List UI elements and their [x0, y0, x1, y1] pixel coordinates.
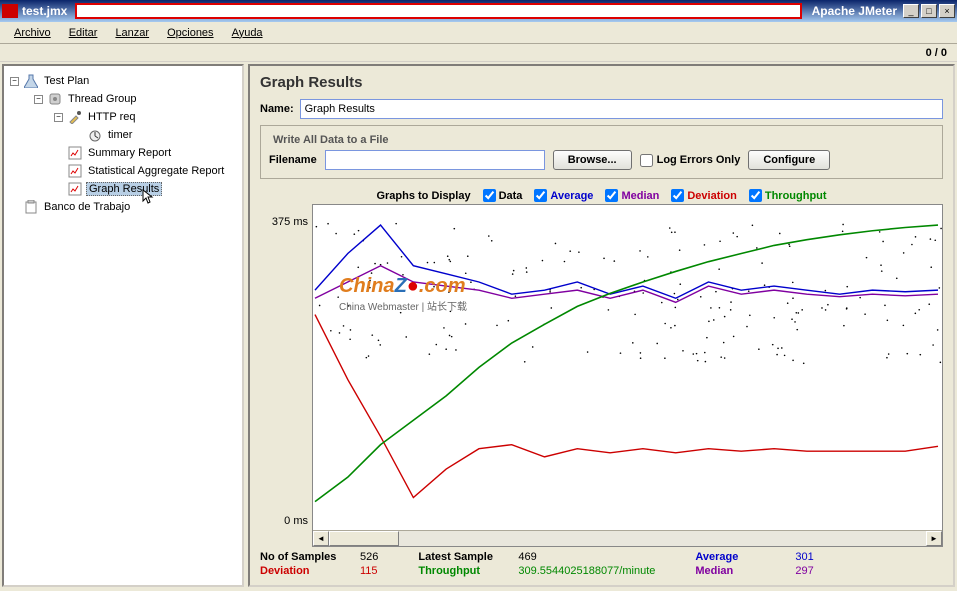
samples-value: 526	[360, 551, 378, 563]
maximize-button[interactable]: □	[921, 4, 937, 18]
tree-summary-report[interactable]: Summary Report	[6, 144, 240, 162]
menu-lanzar[interactable]: Lanzar	[107, 25, 157, 41]
cursor-icon	[142, 189, 156, 205]
menu-editar[interactable]: Editar	[61, 25, 106, 41]
tree-thread-group[interactable]: − Thread Group	[6, 90, 240, 108]
throughput-label: Throughput	[418, 565, 510, 577]
median-label: Median	[695, 565, 787, 577]
clock-icon	[87, 127, 103, 143]
flask-icon	[23, 73, 39, 89]
tree-aggregate-report[interactable]: Statistical Aggregate Report	[6, 162, 240, 180]
tree-label: timer	[106, 129, 134, 141]
browse-button[interactable]: Browse...	[553, 150, 632, 170]
app-icon	[2, 4, 18, 18]
scroll-thumb[interactable]	[329, 531, 399, 546]
chart-area: 375 ms 0 ms ChinaZ●.com China Webmaster …	[260, 204, 943, 547]
y-bottom: 0 ms	[284, 515, 308, 527]
tree-label: Thread Group	[66, 93, 138, 105]
samples-label: No of Samples	[260, 551, 352, 563]
status-counter-bar: 0 / 0	[0, 44, 957, 62]
dropper-icon	[67, 109, 83, 125]
log-errors-box[interactable]	[640, 154, 653, 167]
graphs-display-row: Graphs to Display Data Average Median De…	[260, 189, 943, 202]
scroll-right-button[interactable]: ►	[926, 531, 942, 546]
deviation-value: 115	[360, 565, 378, 577]
tree-workbench[interactable]: Banco de Trabajo	[6, 198, 240, 216]
report-icon	[67, 163, 83, 179]
tree-label: Test Plan	[42, 75, 91, 87]
tree-label: Banco de Trabajo	[42, 201, 132, 213]
minimize-button[interactable]: _	[903, 4, 919, 18]
log-errors-checkbox[interactable]: Log Errors Only	[640, 154, 741, 167]
tree-label: Summary Report	[86, 147, 173, 159]
write-data-fieldset: Write All Data to a File Filename Browse…	[260, 125, 943, 179]
chart-svg	[313, 205, 942, 530]
average-label: Average	[695, 551, 787, 563]
tree-label: HTTP req	[86, 111, 137, 123]
checkbox-deviation[interactable]: Deviation	[671, 189, 737, 202]
average-value: 301	[795, 551, 813, 563]
tree-graph-results[interactable]: Graph Results	[6, 180, 240, 198]
stats-row: No of Samples 526 Deviation 115 Latest Sam…	[260, 551, 943, 577]
title-highlight	[75, 3, 801, 19]
menu-archivo[interactable]: Archivo	[6, 25, 59, 41]
tree-panel: − Test Plan − Thread Group − HTTP req	[2, 64, 244, 587]
median-value: 297	[795, 565, 813, 577]
y-axis: 375 ms 0 ms	[260, 204, 312, 547]
menu-bar: Archivo Editar Lanzar Opciones Ayuda	[0, 22, 957, 44]
deviation-label: Deviation	[260, 565, 352, 577]
tree-http-req[interactable]: − HTTP req	[6, 108, 240, 126]
filename-label: Filename	[269, 154, 317, 166]
title-app: Apache JMeter	[806, 4, 903, 18]
close-button[interactable]: ×	[939, 4, 955, 18]
filename-input[interactable]	[325, 150, 545, 170]
graphs-label: Graphs to Display	[376, 190, 470, 202]
tree-label: Statistical Aggregate Report	[86, 165, 226, 177]
chart-scrollbar[interactable]: ◄ ►	[313, 530, 942, 546]
spool-icon	[47, 91, 63, 107]
fieldset-title: Write All Data to a File	[269, 134, 393, 146]
title-filename: test.jmx	[22, 4, 71, 18]
toggle-icon[interactable]: −	[10, 77, 19, 86]
checkbox-median[interactable]: Median	[605, 189, 659, 202]
report-icon	[67, 145, 83, 161]
name-label: Name:	[260, 103, 294, 115]
menu-ayuda[interactable]: Ayuda	[224, 25, 271, 41]
menu-opciones[interactable]: Opciones	[159, 25, 221, 41]
throughput-value: 309.5544025188077/minute	[518, 565, 655, 577]
log-errors-label: Log Errors Only	[657, 154, 741, 166]
content-panel: Graph Results Name: Write All Data to a …	[248, 64, 955, 587]
name-input[interactable]	[300, 99, 943, 119]
latest-value: 469	[518, 551, 536, 563]
scroll-left-button[interactable]: ◄	[313, 531, 329, 546]
tree-timer[interactable]: timer	[6, 126, 240, 144]
toggle-icon[interactable]: −	[54, 113, 63, 122]
configure-button[interactable]: Configure	[748, 150, 830, 170]
report-icon	[67, 181, 83, 197]
checkbox-average[interactable]: Average	[534, 189, 593, 202]
window-titlebar: test.jmx Apache JMeter _ □ ×	[0, 0, 957, 22]
latest-label: Latest Sample	[418, 551, 510, 563]
panel-heading: Graph Results	[260, 74, 943, 91]
tree-test-plan[interactable]: − Test Plan	[6, 72, 240, 90]
clipboard-icon	[23, 199, 39, 215]
checkbox-throughput[interactable]: Throughput	[749, 189, 827, 202]
y-top: 375 ms	[272, 216, 308, 228]
counter-text: 0 / 0	[926, 47, 947, 59]
checkbox-data[interactable]: Data	[483, 189, 523, 202]
chart-canvas: ChinaZ●.com China Webmaster | 站长下载 ◄ ►	[312, 204, 943, 547]
toggle-icon[interactable]: −	[34, 95, 43, 104]
